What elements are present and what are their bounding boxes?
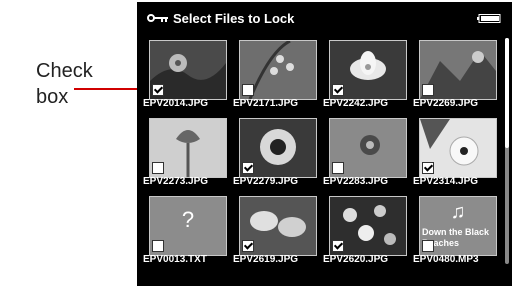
checkbox[interactable] [152,240,164,252]
file-name: EPV2242.JPG [323,98,389,109]
battery-icon [477,14,501,23]
checkbox[interactable] [152,162,164,174]
key-icon [147,14,168,22]
file-name: EPV0480.MP3 [413,254,479,265]
file-tile[interactable]: EPV2620.JPG [323,192,407,265]
checkbox[interactable] [242,84,254,96]
callout-label: Check box [36,58,93,110]
file-tile[interactable]: EPV2242.JPG [323,36,407,109]
file-name: EPV2279.JPG [233,176,299,187]
scroll-thumb[interactable] [505,38,509,148]
file-tile[interactable]: EPV2279.JPG [233,114,317,187]
checkbox[interactable] [422,240,434,252]
file-name: EPV0013.TXT [143,254,207,265]
file-name: EPV2171.JPG [233,98,299,109]
checkbox[interactable] [152,84,164,96]
file-grid: EPV2014.JPG EPV2171.JPG EPV2242.JPG EPV2… [137,34,512,270]
file-name: EPV2619.JPG [233,254,299,265]
file-tile[interactable]: EPV2273.JPG [143,114,227,187]
device-screen: Select Files to Lock EPV2014.JPG EPV2171… [137,2,512,286]
unknown-file-icon: ? [181,207,195,232]
file-tile[interactable]: ? EPV0013.TXT [143,192,227,265]
checkbox[interactable] [422,84,434,96]
file-tile[interactable]: EPV2283.JPG [323,114,407,187]
checkbox[interactable] [332,240,344,252]
checkbox[interactable] [242,240,254,252]
page-title: Select Files to Lock [173,11,295,26]
file-tile[interactable]: ♫ Down the Black Beaches EPV0480.MP3 [413,192,497,265]
checkbox[interactable] [332,84,344,96]
file-name: EPV2314.JPG [413,176,479,187]
checkbox[interactable] [332,162,344,174]
file-tile[interactable]: EPV2314.JPG [413,114,497,187]
checkbox[interactable] [242,162,254,174]
file-name: EPV2620.JPG [323,254,389,265]
callout-line-1: Check [36,60,93,82]
music-note-icon: ♫ [450,201,466,223]
file-tile[interactable]: EPV2171.JPG [233,36,317,109]
title-bar: Select Files to Lock [137,2,512,34]
file-name: EPV2014.JPG [143,98,209,109]
scrollbar[interactable] [505,38,509,264]
file-tile[interactable]: EPV2269.JPG [413,36,497,109]
file-tile[interactable]: EPV2619.JPG [233,192,317,265]
file-name: EPV2273.JPG [143,176,209,187]
file-tile[interactable]: EPV2014.JPG [143,36,227,109]
file-name: EPV2269.JPG [413,98,479,109]
file-name: EPV2283.JPG [323,176,389,187]
checkbox[interactable] [422,162,434,174]
